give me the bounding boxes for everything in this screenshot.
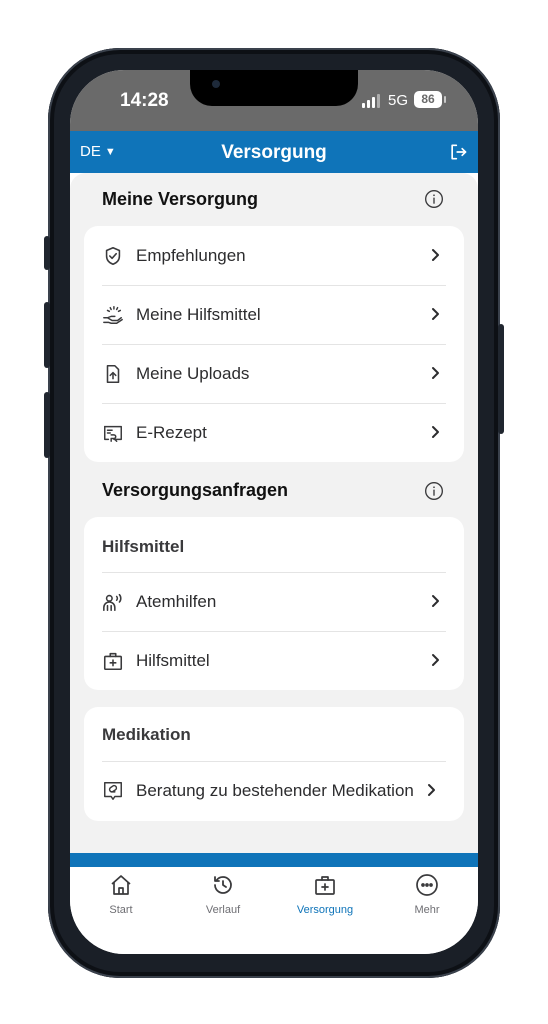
list-item-label: Beratung zu bestehender Medikation [136, 780, 414, 800]
list-item-label: Meine Hilfsmittel [136, 304, 261, 324]
tab-verlauf[interactable]: Verlauf [172, 873, 274, 916]
list-item-label: Empfehlungen [136, 245, 246, 265]
status-time: 14:28 [120, 90, 169, 111]
tab-label: Start [109, 904, 133, 916]
shield-check-icon [105, 246, 121, 265]
more-icon [416, 874, 438, 896]
list-item-empfehlungen[interactable]: Empfehlungen [102, 226, 446, 285]
tab-start[interactable]: Start [70, 873, 172, 916]
chevron-right-icon [432, 426, 439, 438]
list-item-e-rezept[interactable]: E-Rezept [102, 403, 446, 462]
list-item-hilfsmittel[interactable]: Hilfsmittel [102, 631, 446, 690]
tab-bar: Start Verlauf Versorgung Mehr [70, 867, 478, 954]
list-item-meine-hilfsmittel[interactable]: Meine Hilfsmittel [102, 285, 446, 344]
chevron-right-icon [428, 784, 435, 796]
list-item-meine-uploads[interactable]: Meine Uploads [102, 344, 446, 403]
status-bar: 14:28 5G 86 [70, 70, 478, 131]
info-icon[interactable] [424, 481, 444, 501]
signal-icon [362, 94, 382, 108]
power-button [498, 324, 504, 434]
network-type: 5G [388, 92, 409, 109]
history-icon [214, 876, 232, 894]
tab-label: Verlauf [205, 904, 241, 916]
tab-label: Mehr [414, 904, 440, 916]
chevron-right-icon [432, 595, 439, 607]
content-bottom-strip [70, 853, 478, 867]
logout-icon[interactable] [448, 142, 468, 162]
medical-bag-icon [103, 652, 123, 670]
file-upload-icon [106, 364, 120, 383]
medical-bag-icon [315, 876, 335, 895]
mute-switch [44, 236, 50, 270]
list-item-label: E-Rezept [136, 422, 207, 442]
hilfsmittel-card: Hilfsmittel Atemhilfen Hilfsmittel [84, 517, 464, 690]
volume-down-button [44, 392, 50, 458]
prescription-icon [104, 425, 122, 442]
tab-mehr[interactable]: Mehr [376, 873, 478, 916]
top-app-bar: DE ▼ Versorgung [70, 131, 478, 173]
section-title-meine-versorgung: Meine Versorgung [102, 189, 259, 209]
list-item-beratung-medikation[interactable]: Beratung zu bestehender Medikation [102, 761, 446, 820]
list-item-label: Atemhilfen [136, 591, 217, 611]
list-item-label: Meine Uploads [136, 363, 250, 383]
meine-versorgung-card: Empfehlungen Meine Hilfsmittel Meine Upl… [84, 226, 464, 462]
list-item-atemhilfen[interactable]: Atemhilfen [102, 572, 446, 631]
chevron-right-icon [432, 249, 439, 261]
info-icon[interactable] [424, 189, 444, 209]
tab-versorgung[interactable]: Versorgung [274, 873, 376, 916]
list-item-label: Hilfsmittel [136, 650, 210, 670]
person-breathing-icon [103, 593, 122, 611]
chevron-right-icon [432, 367, 439, 379]
hand-sparkle-icon [103, 305, 123, 324]
battery-icon: 86 [414, 91, 446, 108]
card-title-medikation: Medikation [102, 725, 191, 744]
section-title-versorgungsanfragen: Versorgungsanfragen [102, 480, 289, 500]
card-title-hilfsmittel: Hilfsmittel [102, 537, 185, 556]
pill-chat-icon [104, 781, 122, 800]
volume-up-button [44, 302, 50, 368]
home-icon [111, 875, 131, 895]
chevron-right-icon [432, 308, 439, 320]
camera-icon [212, 80, 220, 88]
notch [190, 70, 358, 106]
tab-label: Versorgung [296, 904, 354, 916]
medikation-card: Medikation Beratung zu bestehender Medik… [84, 707, 464, 821]
main-content: Meine Versorgung Empfehlungen Meine Hilf… [70, 173, 478, 853]
page-title: Versorgung [221, 142, 327, 163]
screen: 14:28 5G 86 DE ▼ Versorgung Meine Versor… [70, 70, 478, 954]
chevron-right-icon [432, 654, 439, 666]
